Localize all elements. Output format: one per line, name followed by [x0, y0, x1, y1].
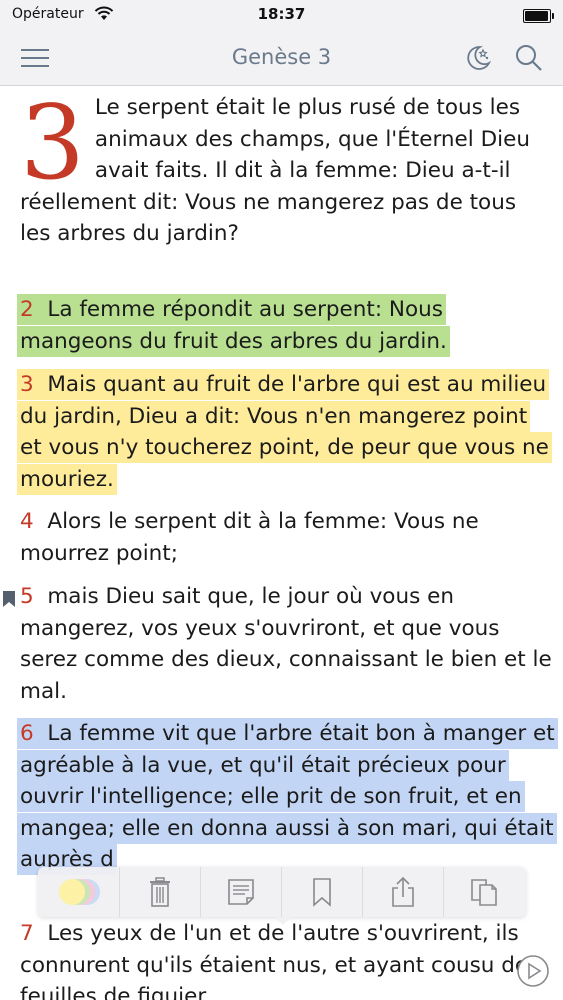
bookmark-marker-icon[interactable] — [3, 591, 15, 611]
copy-button[interactable] — [443, 867, 524, 917]
verse-text: La femme répondit au serpent: Nous mange… — [20, 297, 447, 354]
clock: 18:37 — [257, 5, 306, 23]
verse-number: 4 — [20, 509, 34, 534]
verse-1[interactable]: 3 Le serpent était le plus rusé de tous l… — [20, 92, 550, 250]
battery-icon — [523, 9, 554, 23]
bookmark-icon — [312, 878, 331, 907]
verse-7[interactable]: 7 Les yeux de l'un et de l'autre s'ouvri… — [20, 918, 555, 1000]
verse-3[interactable]: 3 Mais quant au fruit de l'arbre qui est… — [20, 369, 555, 495]
night-mode-icon[interactable] — [463, 43, 493, 77]
note-icon — [227, 879, 254, 905]
chapter-number: 3 — [20, 86, 85, 203]
verse-text: Mais quant au fruit de l'arbre qui est a… — [20, 372, 549, 492]
verse-text: mais Dieu sait que, le jour où vous en m… — [20, 584, 552, 704]
audio-play-icon[interactable] — [516, 954, 550, 992]
verse-number: 7 — [20, 921, 34, 946]
highlight-colors-button[interactable] — [38, 867, 120, 917]
verse-number: 3 — [20, 372, 34, 397]
verse-text: Alors le serpent dit à la femme: Vous ne… — [20, 509, 479, 566]
verse-text: La femme vit que l'arbre était bon à man… — [20, 721, 555, 872]
verse-number: 5 — [20, 584, 34, 609]
chapter-content[interactable]: 3 Le serpent était le plus rusé de tous l… — [0, 86, 563, 1000]
verse-number: 6 — [20, 721, 34, 746]
share-icon — [391, 876, 414, 907]
trash-icon — [149, 877, 170, 907]
verse-number: 2 — [20, 297, 34, 322]
toolbar-pointer — [275, 917, 291, 925]
note-button[interactable] — [200, 867, 282, 917]
verse-text: Les yeux de l'un et de l'autre s'ouvrire… — [20, 921, 540, 1000]
verse-action-toolbar — [38, 867, 526, 925]
verse-4[interactable]: 4 Alors le serpent dit à la femme: Vous … — [20, 506, 555, 569]
copy-icon — [470, 879, 497, 906]
verse-6[interactable]: 6 La femme vit que l'arbre était bon à m… — [20, 718, 555, 876]
verse-2[interactable]: 2 La femme répondit au serpent: Nous man… — [20, 294, 555, 357]
highlight-colors-icon — [58, 879, 100, 905]
status-bar: Opérateur 18:37 — [0, 0, 563, 30]
verse-text: Le serpent était le plus rusé de tous le… — [20, 95, 530, 246]
verse-5[interactable]: 5 mais Dieu sait que, le jour où vous en… — [20, 581, 555, 707]
search-icon[interactable] — [514, 43, 544, 77]
bookmark-button[interactable] — [281, 867, 363, 917]
share-button[interactable] — [362, 867, 444, 917]
nav-bar: Genèse 3 — [0, 30, 563, 86]
delete-button[interactable] — [119, 867, 201, 917]
